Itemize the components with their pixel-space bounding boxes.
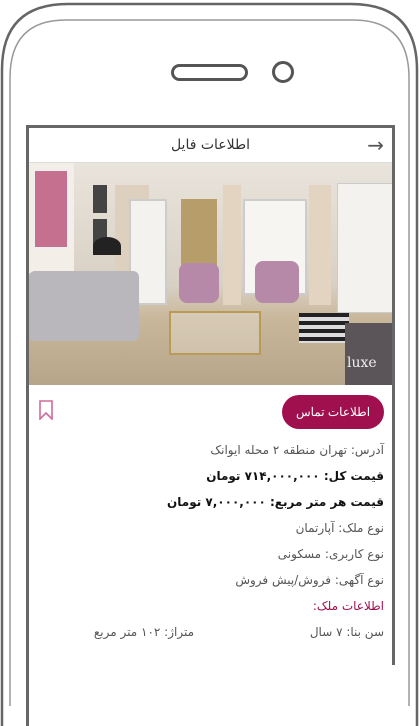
address: آدرس: تهران منطقه ۲ محله ایوانک — [210, 443, 384, 457]
contact-info-button[interactable]: اطلاعات تماس — [282, 395, 384, 429]
total-price: قیمت کل: ۷۱۴,۰۰۰,۰۰۰ تومان — [206, 469, 384, 483]
ad-type: نوع آگهی: فروش/پیش فروش — [235, 573, 384, 587]
property-photo[interactable]: luxe — [29, 163, 392, 385]
back-arrow-icon[interactable]: → — [367, 134, 384, 156]
page-title: اطلاعات فایل — [170, 137, 251, 153]
usage-type: نوع کاربری: مسکونی — [277, 547, 384, 561]
action-row: اطلاعات تماس — [29, 385, 392, 437]
price-per-meter: قیمت هر متر مربع: ۷,۰۰۰,۰۰۰ تومان — [167, 495, 384, 509]
phone-frame-edge — [26, 660, 29, 726]
phone-speaker — [171, 64, 248, 81]
building-age: سن بنا: ۷ سال — [309, 625, 384, 639]
bookmark-icon[interactable] — [39, 400, 53, 420]
area: متراژ: ۱۰۲ متر مربع — [93, 625, 194, 639]
app-screen: اطلاعات فایل → luxe اطلاعات تماس آدرس: ت… — [26, 125, 395, 665]
property-info-heading: اطلاعات ملک: — [312, 599, 384, 613]
app-bar: اطلاعات فایل → — [29, 128, 392, 163]
photo-watermark: luxe — [347, 355, 377, 371]
property-type: نوع ملک: آپارتمان — [295, 521, 384, 535]
property-details: آدرس: تهران منطقه ۲ محله ایوانک قیمت کل:… — [29, 437, 392, 645]
age-area-row: سن بنا: ۷ سال متراژ: ۱۰۲ متر مربع — [37, 619, 384, 645]
phone-camera — [272, 61, 294, 83]
